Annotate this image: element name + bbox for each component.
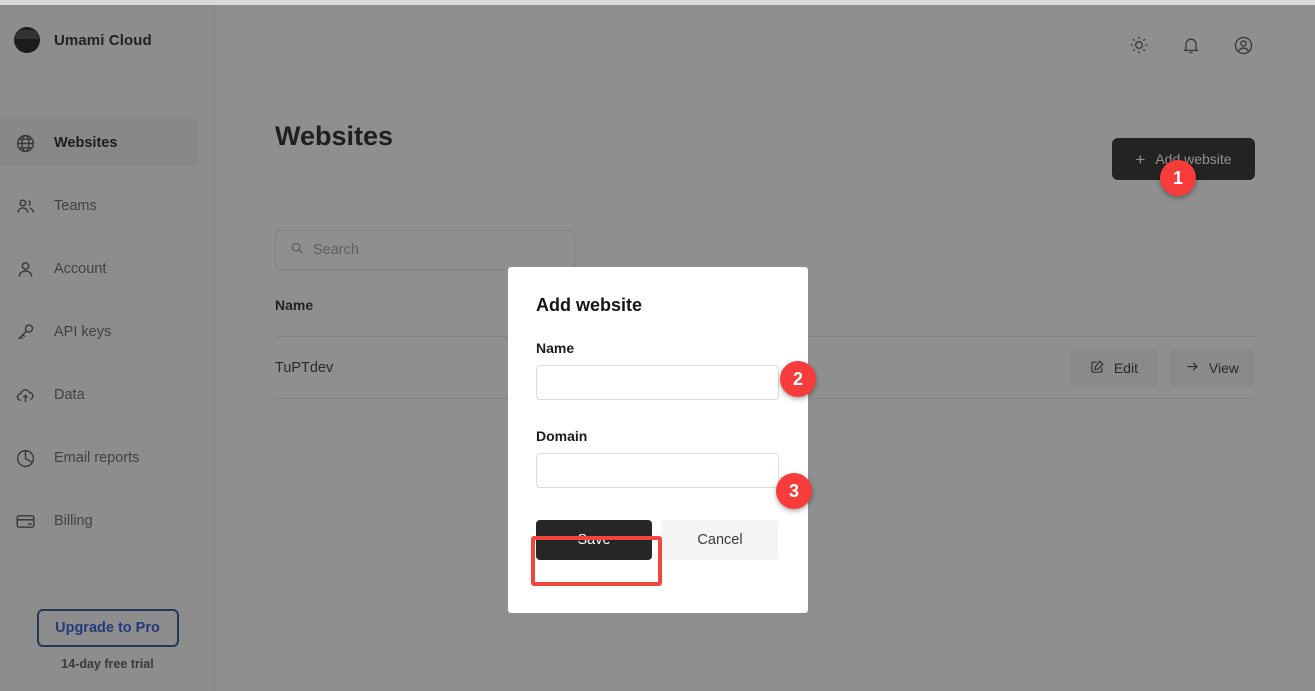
domain-field-label: Domain	[536, 428, 780, 444]
annotation-badge-3: 3	[776, 473, 812, 509]
modal-domain-input[interactable]	[536, 453, 779, 488]
modal-title: Add website	[536, 295, 780, 316]
save-button-highlight	[531, 536, 662, 586]
annotation-badge-2: 2	[780, 361, 816, 397]
app-window: Umami Cloud Websites	[0, 0, 1315, 691]
annotation-badge-1: 1	[1160, 160, 1196, 196]
name-field-label: Name	[536, 340, 780, 356]
cancel-button[interactable]: Cancel	[662, 520, 778, 560]
modal-name-input[interactable]	[536, 365, 779, 400]
